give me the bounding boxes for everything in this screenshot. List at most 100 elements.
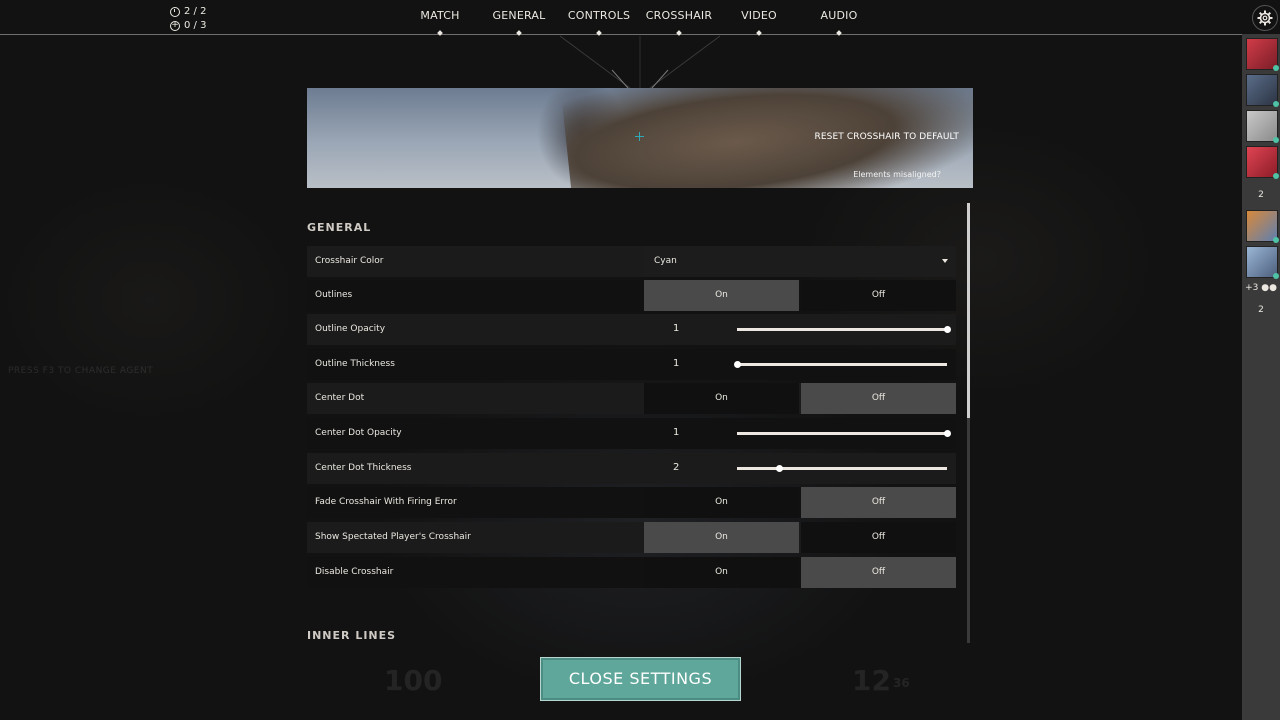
setting-row-outline-thickness: Outline Thickness 1 [307, 349, 956, 380]
disable-crosshair-on-toggle[interactable]: On [644, 557, 799, 588]
elements-misaligned-link[interactable]: Elements misaligned? [853, 170, 941, 179]
slider-handle[interactable] [944, 325, 951, 333]
show-spectated-on-toggle[interactable]: On [644, 522, 799, 553]
show-spectated-off-toggle[interactable]: Off [801, 522, 956, 553]
top-bar: 2 / 2 0 / 3 MATCH GENERAL CONTROLS CROSS… [0, 0, 1242, 36]
match-counters: 2 / 2 0 / 3 [170, 5, 206, 33]
setting-label: Outline Thickness [315, 359, 395, 369]
fade-crosshair-off-toggle[interactable]: Off [801, 487, 956, 518]
player-portrait[interactable] [1246, 246, 1279, 279]
outlines-on-toggle[interactable]: On [644, 280, 799, 311]
tab-label: CROSSHAIR [645, 9, 713, 22]
crosshair-preview: RESET CROSSHAIR TO DEFAULT Elements misa… [307, 88, 973, 188]
slider-handle[interactable] [776, 464, 783, 472]
team-count: 2 [1258, 190, 1264, 200]
center-dot-thickness-slider[interactable] [737, 464, 947, 472]
settings-tabs: MATCH GENERAL CONTROLS CROSSHAIR VIDEO A… [400, 0, 880, 36]
tab-video[interactable]: VIDEO [719, 9, 799, 36]
rounds-counter: 2 / 2 [184, 6, 207, 17]
slider-handle[interactable] [734, 360, 741, 368]
slider-value: 1 [673, 427, 680, 438]
slider-value: 1 [673, 323, 680, 334]
tab-indicator [836, 30, 842, 36]
tab-label: AUDIO [820, 9, 858, 22]
setting-row-disable-crosshair: Disable Crosshair On Off [307, 557, 956, 588]
crosshair-icon [635, 132, 644, 141]
tab-general[interactable]: GENERAL [479, 9, 559, 36]
dropdown-value: Cyan [654, 256, 677, 266]
setting-row-outlines: Outlines On Off [307, 280, 956, 311]
tab-label: VIDEO [741, 9, 777, 22]
close-settings-button[interactable]: CLOSE SETTINGS [540, 657, 741, 701]
hud-ammo: 12 [852, 664, 891, 697]
slider-value: 2 [673, 462, 680, 473]
setting-label: Crosshair Color [315, 256, 384, 266]
player-portrait[interactable] [1246, 146, 1279, 179]
setting-label: Center Dot [315, 393, 365, 403]
chevron-down-icon [942, 259, 948, 263]
tab-controls[interactable]: CONTROLS [559, 9, 639, 36]
outline-thickness-slider[interactable] [734, 360, 947, 368]
setting-row-fade-crosshair: Fade Crosshair With Firing Error On Off [307, 487, 956, 518]
hud-health: 100 [384, 664, 443, 697]
status-dot [1273, 101, 1279, 107]
setting-row-show-spectated: Show Spectated Player's Crosshair On Off [307, 522, 956, 553]
settings-button[interactable] [1252, 5, 1278, 31]
outlines-off-toggle[interactable]: Off [801, 280, 956, 311]
disable-crosshair-off-toggle[interactable]: Off [801, 557, 956, 588]
player-portrait[interactable] [1246, 210, 1279, 243]
party-extra: +3 ●● [1242, 283, 1280, 293]
status-dot [1273, 273, 1279, 279]
plus-circle-icon [170, 19, 180, 31]
crosshair-color-dropdown[interactable]: Cyan [644, 246, 956, 277]
setting-label: Fade Crosshair With Firing Error [315, 497, 457, 507]
change-agent-hint: PRESS F3 TO CHANGE AGENT [8, 366, 154, 376]
tab-indicator [437, 30, 443, 36]
section-title-general: GENERAL [307, 221, 372, 234]
setting-row-center-dot: Center Dot On Off [307, 383, 956, 414]
status-dot [1273, 237, 1279, 243]
tab-audio[interactable]: AUDIO [799, 9, 879, 36]
tab-label: GENERAL [492, 9, 546, 22]
decorative-lines [559, 35, 721, 89]
center-dot-off-toggle[interactable]: Off [801, 383, 956, 414]
settings-scrollbar[interactable] [967, 203, 970, 643]
outline-opacity-slider[interactable] [737, 325, 951, 333]
setting-row-outline-opacity: Outline Opacity 1 [307, 314, 956, 345]
center-dot-opacity-slider[interactable] [737, 429, 951, 437]
people-icon: ●● [1261, 283, 1277, 293]
player-portrait[interactable] [1246, 38, 1279, 71]
center-dot-on-toggle[interactable]: On [644, 383, 799, 414]
setting-row-center-dot-opacity: Center Dot Opacity 1 [307, 418, 956, 449]
hud-reserve-ammo: 36 [893, 676, 910, 690]
player-portrait[interactable] [1246, 74, 1279, 107]
player-portrait[interactable] [1246, 110, 1279, 143]
extra-players-count: +3 [1245, 283, 1259, 293]
slider-value: 1 [673, 358, 680, 369]
setting-label: Disable Crosshair [315, 567, 394, 577]
status-dot [1273, 173, 1279, 179]
status-dot [1273, 137, 1279, 143]
scrollbar-thumb[interactable] [967, 203, 970, 418]
tab-indicator [516, 30, 522, 36]
status-dot [1273, 65, 1279, 71]
setting-row-crosshair-color: Crosshair Color Cyan [307, 246, 956, 277]
team-roster: 2 +3 ●● 2 [1242, 34, 1280, 720]
tab-indicator [756, 30, 762, 36]
gear-icon [1257, 10, 1273, 26]
fade-crosshair-on-toggle[interactable]: On [644, 487, 799, 518]
setting-label: Outlines [315, 290, 353, 300]
setting-label: Center Dot Opacity [315, 428, 402, 438]
tab-label: CONTROLS [567, 9, 631, 22]
reset-crosshair-button[interactable]: RESET CROSSHAIR TO DEFAULT [815, 132, 959, 142]
clock-icon [170, 7, 180, 17]
setting-row-center-dot-thickness: Center Dot Thickness 2 [307, 453, 956, 484]
credits-counter: 0 / 3 [184, 20, 207, 31]
setting-label: Outline Opacity [315, 324, 386, 334]
tab-match[interactable]: MATCH [400, 9, 480, 36]
enemy-count: 2 [1258, 305, 1264, 315]
setting-label: Show Spectated Player's Crosshair [315, 532, 471, 542]
tab-label: MATCH [420, 9, 460, 22]
tab-crosshair[interactable]: CROSSHAIR [639, 9, 719, 36]
slider-handle[interactable] [944, 429, 951, 437]
